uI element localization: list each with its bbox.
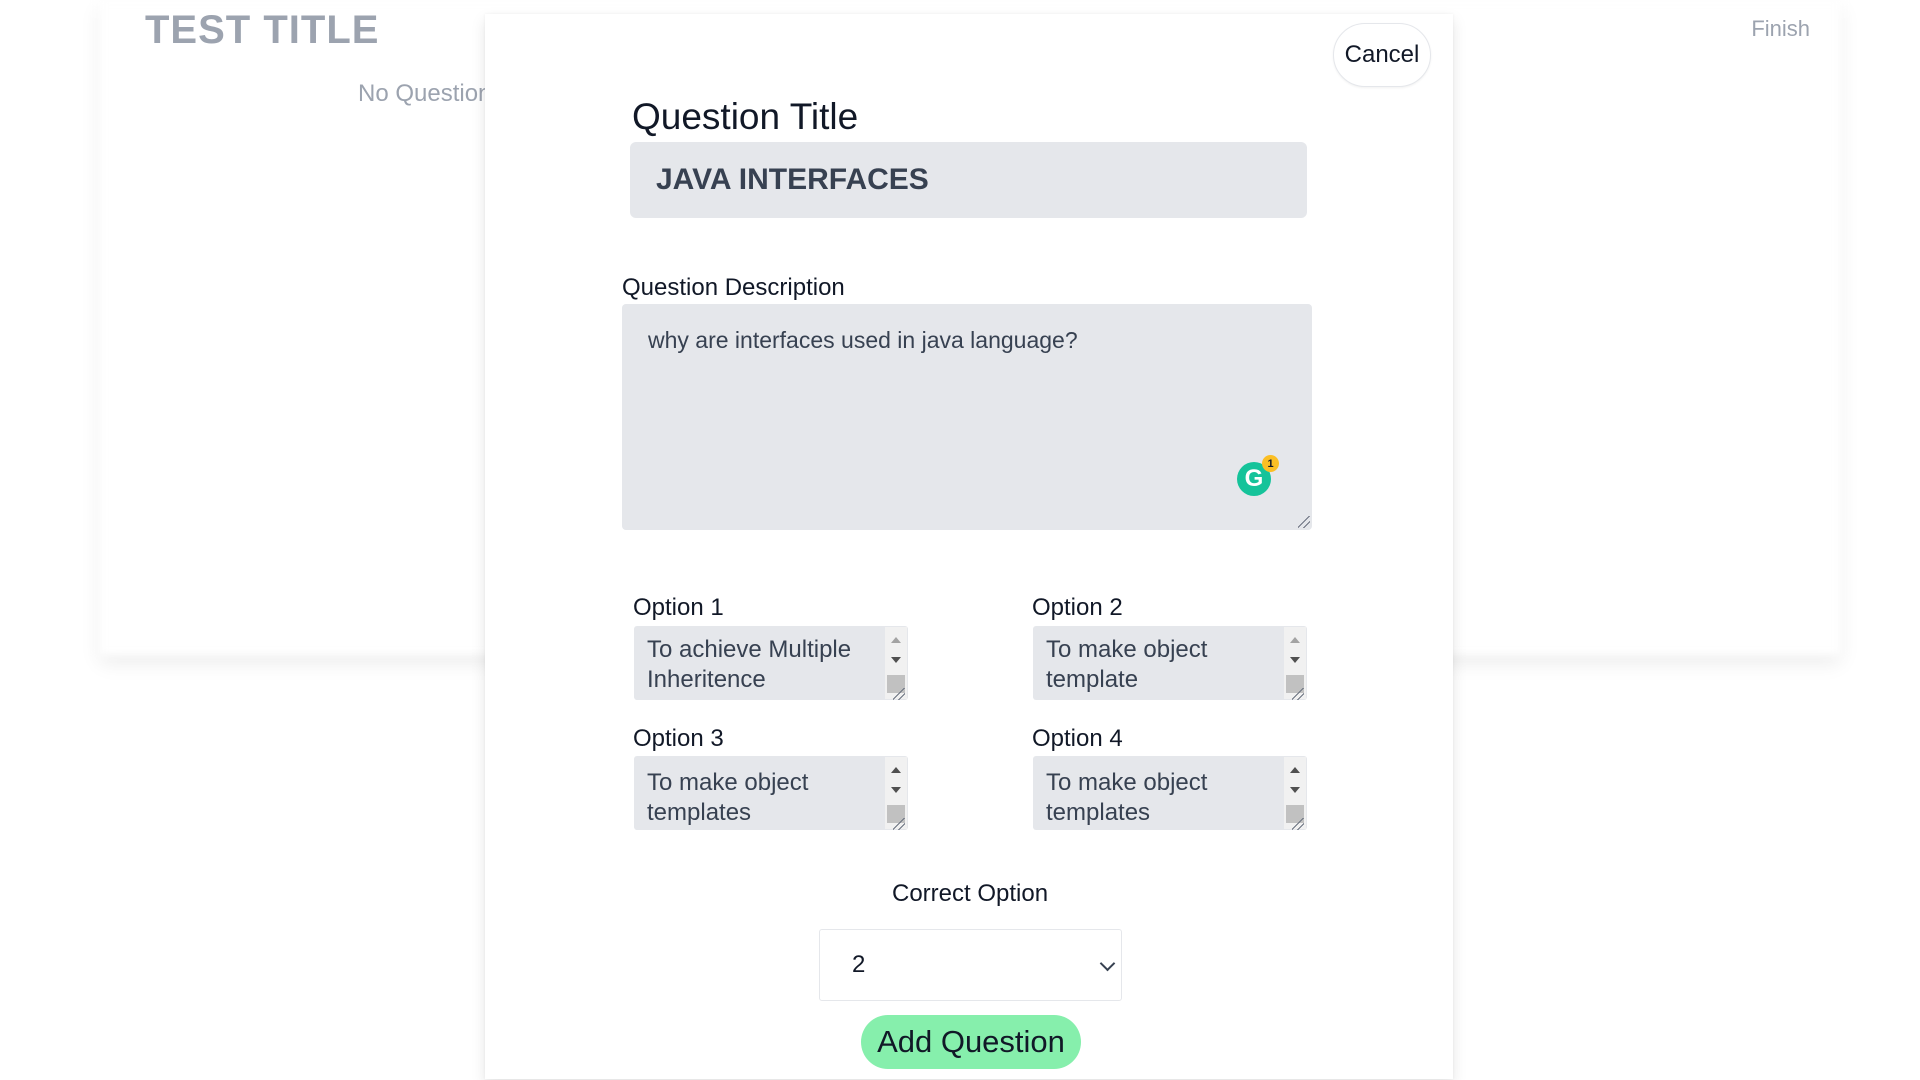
question-description-textarea[interactable]: why are interfaces used in java language… [622, 304, 1312, 530]
scroll-up-icon[interactable] [891, 637, 901, 643]
correct-option-label: Correct Option [892, 880, 1049, 907]
question-title-input[interactable] [630, 142, 1307, 218]
resize-handle-icon[interactable] [1292, 688, 1304, 700]
question-title-label: Question Title [632, 96, 859, 137]
option-2-textarea[interactable]: To make object template [1033, 626, 1307, 700]
scroll-down-icon[interactable] [1290, 787, 1300, 793]
resize-handle-icon[interactable] [893, 818, 905, 830]
option-3-textarea[interactable]: To make object templates [634, 756, 908, 830]
resize-handle-icon[interactable] [893, 688, 905, 700]
correct-option-value: 2 [852, 951, 866, 978]
grammarly-count-badge: 1 [1262, 455, 1279, 472]
resize-handle-icon[interactable] [1298, 516, 1310, 528]
scroll-up-icon[interactable] [1290, 767, 1300, 773]
scroll-down-icon[interactable] [1290, 657, 1300, 663]
chevron-down-icon [1099, 955, 1116, 972]
scroll-down-icon[interactable] [891, 787, 901, 793]
option-1-textarea[interactable]: To achieve Multiple Inheritence [634, 626, 908, 700]
add-question-button[interactable]: Add Question [861, 1015, 1081, 1069]
background-test-title: TEST TITLE [145, 8, 380, 52]
option-4-label: Option 4 [1032, 725, 1123, 752]
resize-handle-icon[interactable] [1292, 818, 1304, 830]
option-4-textarea[interactable]: To make object templates [1033, 756, 1307, 830]
background-empty-text: No Questions [358, 80, 504, 107]
scroll-up-icon[interactable] [1290, 637, 1300, 643]
cancel-button[interactable]: Cancel [1333, 23, 1431, 87]
correct-option-select[interactable]: 2 [819, 929, 1122, 1001]
background-finish-button: Finish [1751, 16, 1810, 41]
option-1-label: Option 1 [633, 594, 724, 621]
option-3-label: Option 3 [633, 725, 724, 752]
option-2-label: Option 2 [1032, 594, 1123, 621]
question-description-label: Question Description [622, 274, 845, 301]
scroll-up-icon[interactable] [891, 767, 901, 773]
scroll-down-icon[interactable] [891, 657, 901, 663]
